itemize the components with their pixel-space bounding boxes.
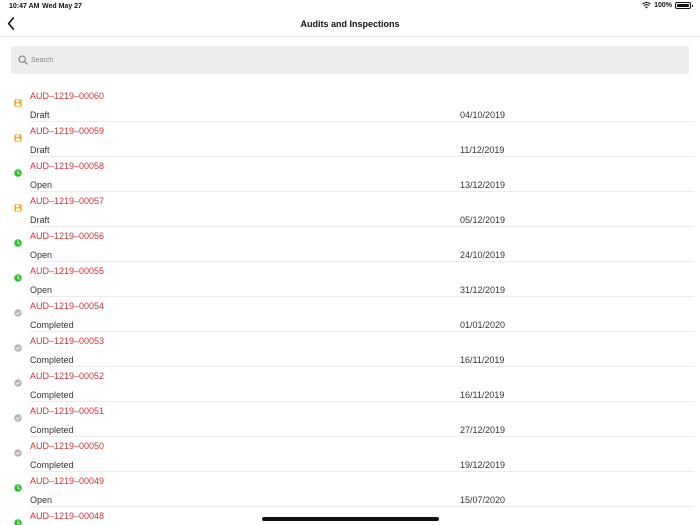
open-clock-icon (14, 169, 22, 177)
audit-date: 13/12/2019 (460, 180, 506, 190)
battery-fill (677, 4, 689, 7)
completed-check-icon (14, 414, 22, 422)
completed-check-icon (14, 379, 22, 387)
nav-divider (0, 36, 700, 37)
status-date: Wed May 27 (42, 3, 82, 10)
audit-status: Completed (30, 390, 74, 400)
draft-save-icon (14, 134, 22, 142)
audit-status: Open (30, 180, 53, 190)
list-item[interactable]: AUD–1219–00053 Completed 16/11/2019 (0, 332, 700, 367)
list-item[interactable]: AUD–1219–00057 Draft 05/12/2019 (0, 192, 700, 227)
audit-date: 16/11/2019 (460, 355, 505, 365)
audit-status: Completed (30, 425, 74, 435)
audit-code: AUD–1219–00055 (30, 266, 105, 276)
audit-code: AUD–1219–00051 (30, 406, 105, 416)
nav-bar: Audits and Inspections (0, 13, 700, 35)
completed-check-icon (14, 309, 22, 317)
list-item[interactable]: AUD–1219–00054 Completed 01/01/2020 (0, 297, 700, 332)
audit-code: AUD–1219–00057 (30, 196, 105, 206)
open-clock-icon (14, 239, 22, 247)
audit-code: AUD–1219–00049 (30, 476, 105, 486)
list-item[interactable]: AUD–1219–00055 Open 31/12/2019 (0, 262, 700, 297)
status-bar: 10:47 AM Wed May 27 100% (0, 0, 700, 13)
status-time: 10:47 AM (9, 3, 40, 10)
audit-date: 31/12/2019 (460, 285, 506, 295)
audit-status: Open (30, 495, 53, 505)
search-bar[interactable] (11, 46, 689, 74)
page-title: Audits and Inspections (300, 19, 400, 29)
audit-status: Completed (30, 460, 74, 470)
battery-icon (675, 2, 693, 9)
search-icon (18, 55, 28, 65)
completed-check-icon (14, 449, 22, 457)
audit-status: Open (30, 250, 53, 260)
audit-date: 05/12/2019 (460, 215, 506, 225)
audit-status: Draft (30, 145, 50, 155)
open-clock-icon (14, 484, 22, 492)
audit-date: 27/12/2019 (460, 425, 506, 435)
audit-date: 11/12/2019 (460, 145, 505, 155)
list-item[interactable]: AUD–1219–00048 (0, 507, 700, 525)
list-item[interactable]: AUD–1219–00051 Completed 27/12/2019 (0, 402, 700, 437)
audit-status: Draft (30, 215, 50, 225)
list-item[interactable]: AUD–1219–00058 Open 13/12/2019 (0, 157, 700, 192)
audit-status: Completed (30, 355, 74, 365)
audit-code: AUD–1219–00050 (30, 441, 105, 451)
open-clock-icon (14, 274, 22, 282)
audit-status: Open (30, 285, 53, 295)
completed-check-icon (14, 344, 22, 352)
wifi-icon (642, 2, 651, 9)
draft-save-icon (14, 99, 22, 107)
audit-list: AUD–1219–00060 Draft 04/10/2019 AUD–1219–00… (0, 87, 700, 525)
list-item[interactable]: AUD–1219–00050 Completed 19/12/2019 (0, 437, 700, 472)
audit-date: 16/11/2019 (460, 390, 505, 400)
audit-code: AUD–1219–00054 (30, 301, 105, 311)
audit-code: AUD–1219–00053 (30, 336, 105, 346)
audit-date: 19/12/2019 (460, 460, 506, 470)
open-clock-icon (14, 519, 22, 525)
list-item[interactable]: AUD–1219–00049 Open 15/07/2020 (0, 472, 700, 507)
list-item[interactable]: AUD–1219–00059 Draft 11/12/2019 (0, 122, 700, 157)
audit-status: Draft (30, 110, 50, 120)
home-indicator[interactable] (262, 517, 439, 521)
status-right: 100% (642, 2, 693, 9)
list-item[interactable]: AUD–1219–00060 Draft 04/10/2019 (0, 87, 700, 122)
audit-code: AUD–1219–00048 (30, 511, 105, 521)
audit-code: AUD–1219–00052 (30, 371, 105, 381)
audit-code: AUD–1219–00058 (30, 161, 105, 171)
audit-code: AUD–1219–00060 (30, 91, 105, 101)
audit-code: AUD–1219–00056 (30, 231, 105, 241)
audit-date: 24/10/2019 (460, 250, 506, 260)
list-item[interactable]: AUD–1219–00056 Open 24/10/2019 (0, 227, 700, 262)
list-item[interactable]: AUD–1219–00052 Completed 16/11/2019 (0, 367, 700, 402)
audit-status: Completed (30, 320, 74, 330)
draft-save-icon (14, 204, 22, 212)
audit-date: 15/07/2020 (460, 495, 506, 505)
audit-date: 01/01/2020 (460, 320, 506, 330)
audit-code: AUD–1219–00059 (30, 126, 105, 136)
battery-percent: 100% (654, 2, 672, 9)
search-input[interactable] (31, 50, 671, 70)
audit-date: 04/10/2019 (460, 110, 506, 120)
